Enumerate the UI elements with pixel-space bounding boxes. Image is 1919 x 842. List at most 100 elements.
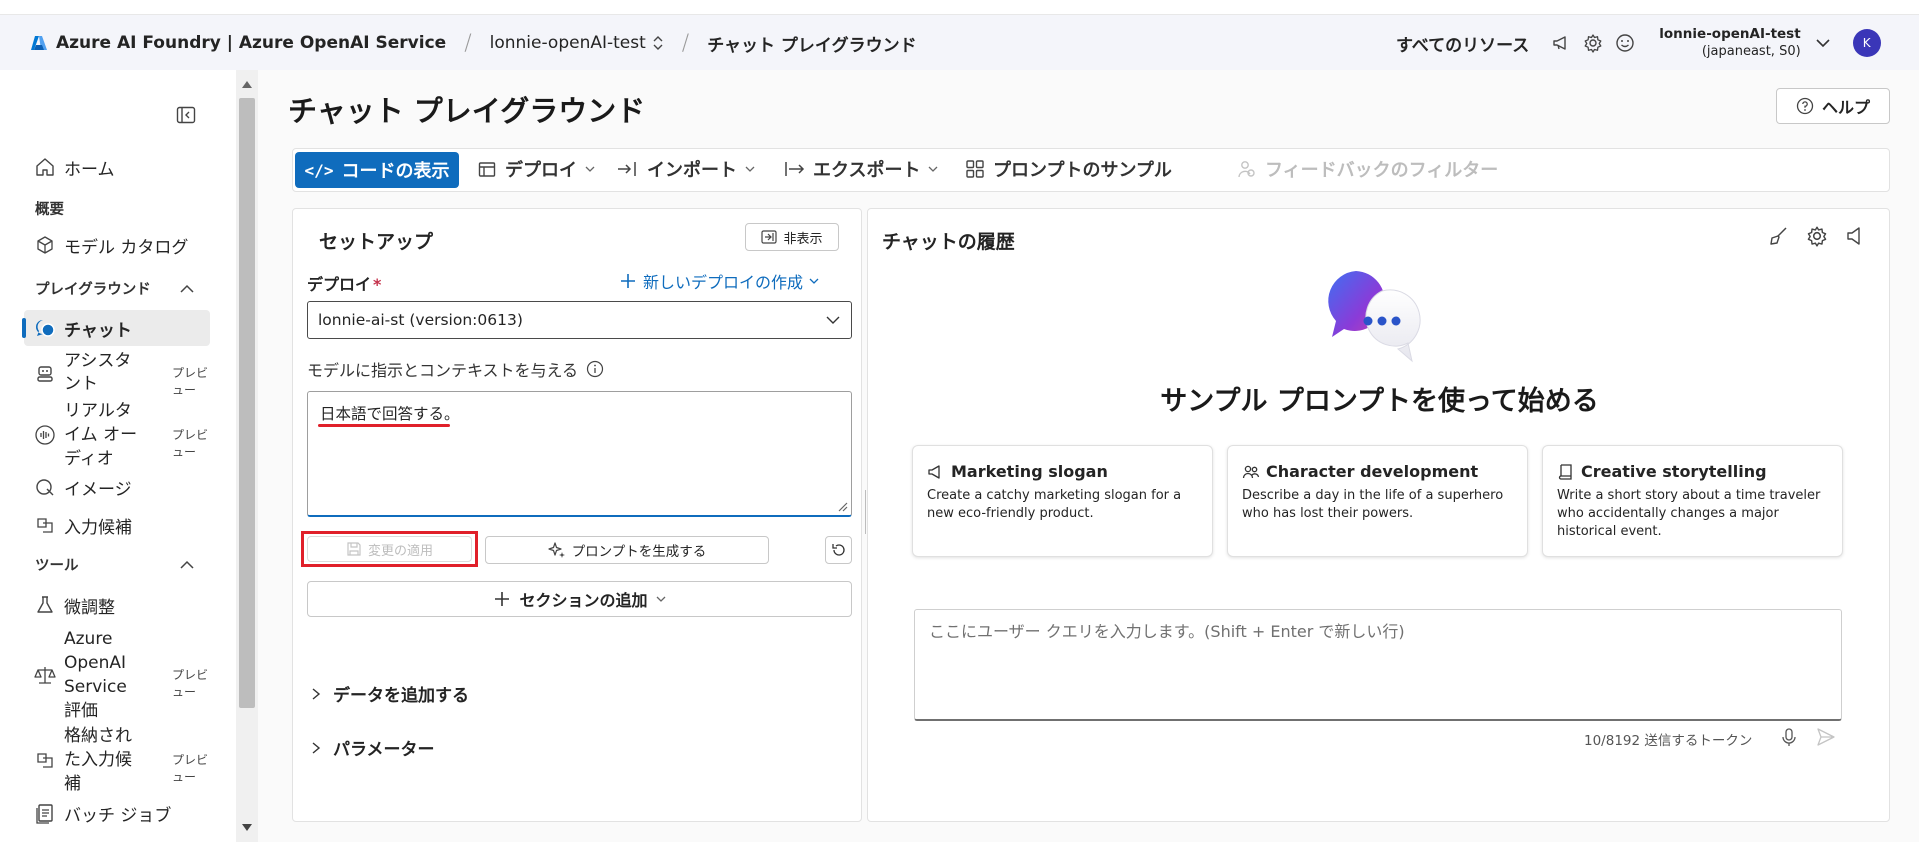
chat-settings-gear-icon[interactable] — [1806, 225, 1828, 247]
card-description: Create a catchy marketing slogan for a n… — [927, 488, 1182, 521]
sample-prompt-card[interactable]: Marketing slogan Create a catchy marketi… — [912, 445, 1213, 557]
chevron-down-icon — [928, 164, 938, 174]
chevron-down-icon[interactable] — [1807, 27, 1839, 59]
sidebar-item-image[interactable]: イメージ — [24, 472, 210, 502]
sidebar-section-label: ツール — [35, 558, 79, 574]
active-indicator — [22, 318, 26, 338]
speaker-icon[interactable] — [1844, 225, 1866, 247]
preview-badge: プレビュー — [172, 428, 209, 459]
export-label: エクスポート — [813, 160, 921, 181]
new-deployment-label: 新しいデプロイの作成 — [643, 273, 804, 292]
chat-history-title: チャットの履歴 — [882, 231, 1015, 253]
project-selector[interactable]: lonnie-openAI-test — [490, 33, 664, 53]
sidebar-item-evaluation[interactable]: Azure OpenAI Service 評価 プレビュー — [24, 628, 210, 722]
export-arrow-icon — [783, 159, 805, 179]
view-code-label: コードの表示 — [341, 161, 450, 182]
save-icon — [346, 541, 362, 557]
sidebar-scrollbar[interactable] — [236, 70, 258, 842]
add-section-button[interactable]: セクションの追加 — [307, 581, 852, 617]
prompt-samples-button[interactable]: プロンプトのサンプル — [965, 156, 1172, 182]
help-button[interactable]: ヘルプ — [1776, 88, 1890, 124]
sidebar-item-realtime-audio[interactable]: リアルタイム オーディオ プレビュー — [24, 400, 210, 470]
avatar[interactable]: K — [1852, 29, 1881, 57]
flask-icon — [34, 594, 56, 616]
sidebar-item-assistants[interactable]: アシスタント プレビュー — [24, 350, 210, 397]
help-circle-icon — [1796, 97, 1814, 115]
settings-gear-icon[interactable] — [1577, 27, 1609, 59]
user-query-input[interactable]: ここにユーザー クエリを入力します。(Shift + Enter で新しい行) — [914, 609, 1842, 721]
sample-prompt-card[interactable]: Creative storytelling Write a short stor… — [1542, 445, 1843, 557]
sidebar-item-label: 入力候補 — [64, 517, 132, 538]
megaphone-icon[interactable] — [1545, 27, 1577, 59]
feedback-filter-button[interactable]: フィードバックのフィルター — [1237, 156, 1498, 182]
scroll-down-arrow-icon[interactable] — [242, 824, 252, 832]
preview-badge: プレビュー — [172, 668, 209, 699]
microphone-icon[interactable] — [1780, 727, 1798, 747]
deploy-menu-button[interactable]: デプロイ — [477, 156, 595, 182]
breadcrumb-separator: / — [681, 30, 690, 56]
instructions-label-text: モデルに指示とコンテキストを与える — [307, 361, 579, 380]
sidebar-item-completions[interactable]: 入力候補 — [24, 510, 210, 540]
help-label: ヘルプ — [1821, 98, 1870, 117]
chevron-up-icon — [179, 557, 195, 573]
system-message-textarea[interactable]: 日本語で回答する。 — [307, 391, 852, 517]
page-title: チャット プレイグラウンド — [288, 94, 646, 128]
parameters-section[interactable]: パラメーター — [311, 735, 435, 760]
cube-icon — [477, 159, 497, 179]
apply-changes-button[interactable]: 変更の適用 — [307, 536, 472, 562]
sidebar-item-fine-tuning[interactable]: 微調整 — [24, 590, 210, 620]
sidebar-item-chat[interactable]: チャット — [22, 310, 210, 346]
sample-prompt-card[interactable]: Character development Describe a day in … — [1227, 445, 1528, 557]
people-icon — [1242, 463, 1260, 481]
sidebar: ホーム 概要 モデル カタログ プレイグラウンド チャット アシスタント プレビ… — [0, 70, 236, 842]
sidebar-item-label: 格納された入力候補 — [64, 726, 132, 794]
card-description: Describe a day in the life of a superher… — [1242, 488, 1504, 521]
app-title[interactable]: Azure AI Foundry | Azure OpenAI Service — [56, 33, 446, 53]
add-data-section[interactable]: データを追加する — [311, 681, 469, 706]
sidebar-item-label: モデル カタログ — [64, 237, 189, 258]
sidebar-section-playground[interactable]: プレイグラウンド — [35, 278, 195, 299]
sidebar-item-batch-jobs[interactable]: バッチ ジョブ — [24, 798, 210, 828]
feedback-smiley-icon[interactable] — [1609, 27, 1641, 59]
deployment-select[interactable]: lonnie-ai-st (version:0613) — [307, 301, 852, 339]
account-info[interactable]: lonnie-openAI-test (japaneast, S0) — [1659, 25, 1800, 61]
sidebar-section-tools[interactable]: ツール — [35, 554, 195, 575]
scroll-up-arrow-icon[interactable] — [242, 80, 252, 88]
account-name: lonnie-openAI-test — [1659, 26, 1801, 42]
card-description: Write a short story about a time travele… — [1557, 488, 1821, 539]
reset-button[interactable] — [825, 536, 852, 564]
toolbar: </> コードの表示 デプロイ インポート エクスポート プロンプトのサンプル … — [292, 148, 1890, 192]
sidebar-item-stored-completions[interactable]: 格納された入力候補 プレビュー — [24, 724, 210, 796]
info-icon[interactable] — [586, 360, 604, 378]
hide-setup-button[interactable]: 非表示 — [745, 223, 839, 251]
breadcrumb: Azure AI Foundry | Azure OpenAI Service … — [30, 15, 917, 71]
book-icon — [1557, 463, 1575, 481]
view-code-button[interactable]: </> コードの表示 — [295, 152, 459, 188]
prompt-samples-label: プロンプトのサンプル — [993, 160, 1172, 181]
new-deployment-button[interactable]: 新しいデプロイの作成 — [619, 269, 819, 293]
stored-completions-icon — [34, 749, 56, 771]
import-menu-button[interactable]: インポート — [617, 156, 755, 182]
preview-badge: プレビュー — [172, 366, 209, 397]
feedback-filter-label: フィードバックのフィルター — [1265, 160, 1499, 181]
scales-icon — [34, 664, 56, 686]
generate-prompt-button[interactable]: プロンプトを生成する — [485, 536, 769, 564]
sidebar-item-home[interactable]: ホーム — [24, 152, 210, 182]
chevron-down-icon — [656, 594, 666, 604]
scrollbar-thumb[interactable] — [239, 98, 255, 708]
collapse-sidebar-icon[interactable] — [176, 106, 196, 124]
hide-label: 非表示 — [783, 231, 823, 247]
clear-chat-broom-icon[interactable] — [1768, 225, 1790, 247]
sidebar-item-model-catalog[interactable]: モデル カタログ — [24, 230, 210, 260]
send-icon[interactable] — [1816, 727, 1836, 747]
sidebar-item-label: ホーム — [64, 159, 115, 180]
all-resources-link[interactable]: すべてのリソース — [1396, 31, 1529, 56]
app-window: Azure AI Foundry | Azure OpenAI Service … — [0, 0, 1919, 842]
collapse-panel-icon — [761, 230, 778, 244]
resize-handle-icon[interactable] — [838, 502, 848, 512]
sidebar-item-label: チャット — [64, 320, 132, 341]
export-menu-button[interactable]: エクスポート — [783, 156, 938, 182]
main-content: チャット プレイグラウンド ヘルプ </> コードの表示 デプロイ インポート — [258, 70, 1919, 842]
code-brackets-icon: </> — [304, 160, 334, 180]
people-filter-icon — [1237, 159, 1257, 179]
